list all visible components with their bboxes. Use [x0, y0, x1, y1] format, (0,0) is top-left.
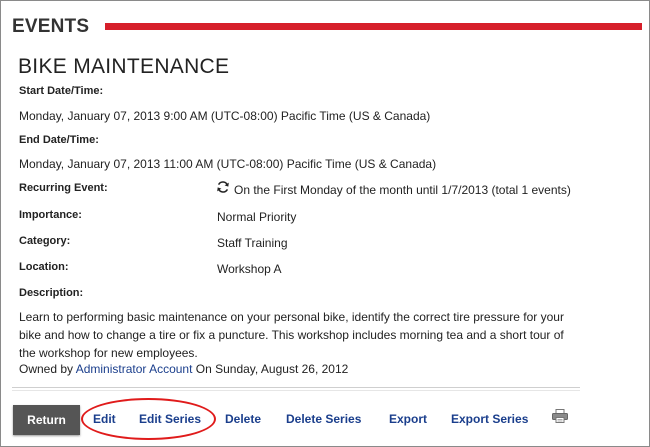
events-panel: EVENTS BIKE MAINTENANCE Start Date/Time:…: [0, 0, 650, 447]
owned-date: On Sunday, August 26, 2012: [195, 362, 349, 376]
end-datetime-label: End Date/Time:: [19, 134, 99, 146]
header-accent-bar: [105, 23, 642, 30]
importance-label: Importance:: [19, 209, 82, 221]
recurring-icon: [217, 181, 229, 193]
end-datetime-value: Monday, January 07, 2013 11:00 AM (UTC-0…: [19, 157, 437, 171]
recurring-event-label: Recurring Event:: [19, 182, 108, 194]
divider-shadow: [12, 390, 580, 391]
owner-link[interactable]: Administrator Account: [76, 362, 193, 376]
edit-series-button[interactable]: Edit Series: [139, 412, 201, 426]
description-label: Description:: [19, 287, 84, 299]
start-datetime-label: Start Date/Time:: [19, 85, 104, 97]
return-button[interactable]: Return: [13, 405, 80, 435]
divider: [12, 387, 580, 388]
category-value: Staff Training: [217, 236, 288, 250]
start-datetime-value: Monday, January 07, 2013 9:00 AM (UTC-08…: [19, 109, 431, 123]
delete-button[interactable]: Delete: [225, 412, 261, 426]
export-series-button[interactable]: Export Series: [451, 412, 528, 426]
category-label: Category:: [19, 235, 71, 247]
delete-series-button[interactable]: Delete Series: [286, 412, 361, 426]
owned-by-line: Owned by Administrator Account On Sunday…: [19, 362, 348, 376]
event-title: BIKE MAINTENANCE: [18, 55, 230, 78]
section-title: EVENTS: [12, 16, 90, 37]
importance-value: Normal Priority: [217, 210, 297, 224]
location-label: Location:: [19, 261, 69, 273]
description-text: Learn to performing basic maintenance on…: [19, 310, 564, 360]
recurring-event-value: On the First Monday of the month until 1…: [234, 183, 571, 197]
edit-button[interactable]: Edit: [93, 412, 116, 426]
location-value: Workshop A: [217, 262, 282, 276]
owned-by-prefix: Owned by: [19, 362, 74, 376]
export-button[interactable]: Export: [389, 412, 427, 426]
print-icon[interactable]: [552, 409, 568, 423]
